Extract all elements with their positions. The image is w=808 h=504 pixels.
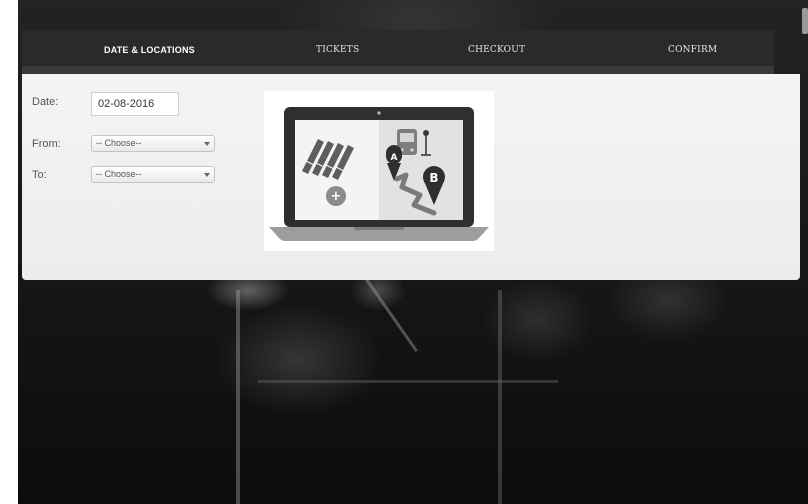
tab-checkout[interactable]: CHECKOUT bbox=[468, 30, 525, 66]
svg-text:+: + bbox=[331, 189, 342, 204]
to-select-value: -- Choose-- bbox=[96, 169, 142, 179]
tab-tickets[interactable]: TICKETS bbox=[316, 30, 359, 66]
date-label: Date: bbox=[32, 96, 59, 108]
form-panel: Date: From: -- Choose-- To: -- Choose-- … bbox=[22, 74, 800, 280]
tab-date-locations[interactable]: DATE & LOCATIONS bbox=[104, 30, 195, 66]
from-label: From: bbox=[32, 138, 61, 150]
to-select[interactable]: -- Choose-- bbox=[91, 166, 215, 183]
tab-confirm[interactable]: CONFIRM bbox=[668, 30, 717, 66]
booking-illustration: + A B bbox=[264, 91, 494, 251]
from-select-value: -- Choose-- bbox=[96, 138, 142, 148]
from-select[interactable]: -- Choose-- bbox=[91, 135, 215, 152]
background-pole bbox=[498, 290, 502, 504]
to-label: To: bbox=[32, 169, 47, 181]
booking-widget: DATE & LOCATIONS TICKETS CHECKOUT CONFIR… bbox=[22, 30, 800, 280]
background-rail bbox=[258, 380, 558, 383]
laptop-route-icon: + A B bbox=[269, 107, 489, 241]
check-availability-button[interactable]: CHECK AVAILABILITY bbox=[101, 204, 203, 214]
svg-text:A: A bbox=[391, 153, 398, 163]
svg-text:B: B bbox=[429, 171, 438, 185]
date-input[interactable] bbox=[91, 92, 179, 116]
scrollbar-thumb[interactable] bbox=[802, 8, 808, 34]
background-pole bbox=[358, 268, 418, 352]
chevron-down-icon bbox=[204, 173, 210, 177]
background-pole bbox=[236, 290, 240, 504]
chevron-down-icon bbox=[204, 142, 210, 146]
wizard-nav: DATE & LOCATIONS TICKETS CHECKOUT CONFIR… bbox=[22, 30, 774, 74]
